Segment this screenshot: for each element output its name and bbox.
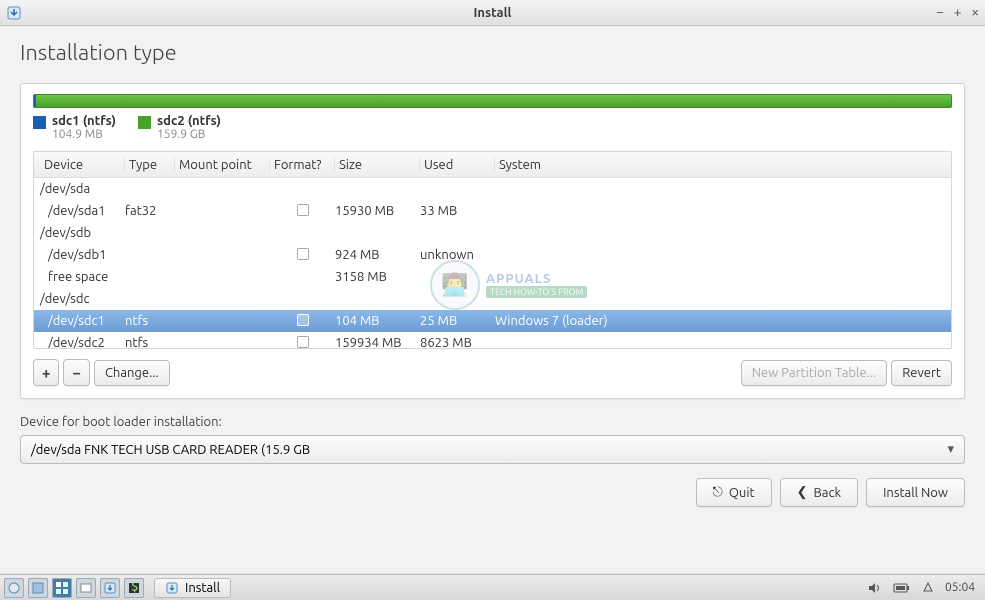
chevron-left-icon: ❮ xyxy=(797,485,808,500)
cell-device: free space xyxy=(40,270,125,284)
installer-icon[interactable] xyxy=(100,578,120,598)
window-title: Install xyxy=(474,6,512,20)
cell-type: ntfs xyxy=(125,314,175,328)
network-icon[interactable] xyxy=(921,581,935,595)
partition-table: Device Type Mount point Format? Size Use… xyxy=(33,151,952,349)
format-checkbox[interactable] xyxy=(297,204,309,216)
col-used[interactable]: Used xyxy=(420,158,495,172)
format-checkbox[interactable] xyxy=(297,314,309,326)
format-checkbox[interactable] xyxy=(297,248,309,260)
col-mount[interactable]: Mount point xyxy=(175,158,270,172)
legend-name: sdc1 (ntfs) xyxy=(52,114,116,128)
minimize-button[interactable]: − xyxy=(936,5,944,20)
disk-usage-bar xyxy=(33,94,952,108)
table-header: Device Type Mount point Format? Size Use… xyxy=(34,152,951,178)
cell-format xyxy=(270,336,335,349)
legend-swatch-icon xyxy=(33,116,46,129)
cell-device: /dev/sda1 xyxy=(40,204,125,218)
clock[interactable]: 05:04 xyxy=(945,581,975,594)
show-desktop-icon[interactable] xyxy=(28,578,48,598)
cell-used: 33 MB xyxy=(420,204,495,218)
table-row[interactable]: free space 3158 MB xyxy=(34,266,951,288)
boot-loader-value: /dev/sda FNK TECH USB CARD READER (15.9 … xyxy=(31,443,310,457)
cell-device: /dev/sdc xyxy=(40,292,125,306)
files-icon[interactable] xyxy=(76,578,96,598)
table-row[interactable]: /dev/sdc1ntfs 104 MB25 MBWindows 7 (loade… xyxy=(34,310,951,332)
col-size[interactable]: Size xyxy=(335,158,420,172)
battery-icon[interactable] xyxy=(893,582,911,594)
cell-type: fat32 xyxy=(125,204,175,218)
partition-card: sdc1 (ntfs) 104.9 MB sdc2 (ntfs) 159.9 G… xyxy=(20,83,965,399)
col-format[interactable]: Format? xyxy=(270,158,335,172)
back-button[interactable]: ❮Back xyxy=(780,478,858,507)
col-system[interactable]: System xyxy=(495,158,945,172)
table-body: /dev/sda/dev/sda1fat32 15930 MB33 MB/dev/… xyxy=(34,178,951,348)
table-row[interactable]: /dev/sda xyxy=(34,178,951,200)
page-title: Installation type xyxy=(20,40,965,65)
revert-button[interactable]: Revert xyxy=(891,360,952,386)
taskbar-task-install[interactable]: Install xyxy=(154,578,231,598)
cell-size: 159934 MB xyxy=(335,336,420,348)
cell-size: 15930 MB xyxy=(335,204,420,218)
legend-name: sdc2 (ntfs) xyxy=(157,114,221,128)
cell-used: 8623 MB xyxy=(420,336,495,348)
cell-device: /dev/sdb1 xyxy=(40,248,125,262)
close-button[interactable]: × xyxy=(971,5,979,20)
cell-format xyxy=(270,314,335,329)
table-row[interactable]: /dev/sdb xyxy=(34,222,951,244)
cell-device: /dev/sdb xyxy=(40,226,125,240)
taskbar-task-label: Install xyxy=(185,581,220,595)
cell-format xyxy=(270,204,335,219)
legend-size: 104.9 MB xyxy=(52,128,116,141)
partition-legend: sdc1 (ntfs) 104.9 MB sdc2 (ntfs) 159.9 G… xyxy=(33,114,952,141)
cell-system: Windows 7 (loader) xyxy=(495,314,945,328)
workspace-icon[interactable] xyxy=(52,578,72,598)
chevron-down-icon: ▾ xyxy=(947,442,954,457)
new-partition-table-button[interactable]: New Partition Table... xyxy=(741,360,888,386)
maximize-button[interactable]: + xyxy=(954,5,962,20)
install-now-button[interactable]: Install Now xyxy=(866,478,965,507)
cell-device: /dev/sdc2 xyxy=(40,336,125,348)
legend-item-sdc2: sdc2 (ntfs) 159.9 GB xyxy=(138,114,221,141)
window-body: Installation type sdc1 (ntfs) 104.9 MB s… xyxy=(0,26,985,573)
partition-toolbar: + − Change... New Partition Table... Rev… xyxy=(33,359,952,386)
legend-item-sdc1: sdc1 (ntfs) 104.9 MB xyxy=(33,114,116,141)
cell-device: /dev/sda xyxy=(40,182,125,196)
footer-buttons: ⎋Quit ❮Back Install Now xyxy=(20,478,965,507)
cell-used: 25 MB xyxy=(420,314,495,328)
table-row[interactable]: /dev/sdc2ntfs 159934 MB8623 MB xyxy=(34,332,951,348)
menu-icon[interactable] xyxy=(4,578,24,598)
table-row[interactable]: /dev/sdb1 924 MBunknown xyxy=(34,244,951,266)
app-icon xyxy=(6,5,22,21)
volume-icon[interactable] xyxy=(867,581,883,595)
cell-device: /dev/sdc1 xyxy=(40,314,125,328)
boot-loader-label: Device for boot loader installation: xyxy=(20,415,965,429)
table-row[interactable]: /dev/sda1fat32 15930 MB33 MB xyxy=(34,200,951,222)
legend-swatch-icon xyxy=(138,116,151,129)
taskbar: $ Install 05:04 xyxy=(0,574,985,600)
cell-type: ntfs xyxy=(125,336,175,348)
cell-format xyxy=(270,248,335,263)
change-partition-button[interactable]: Change... xyxy=(94,360,170,386)
cell-size: 3158 MB xyxy=(335,270,420,284)
add-partition-button[interactable]: + xyxy=(33,359,59,386)
legend-size: 159.9 GB xyxy=(157,128,221,141)
table-row[interactable]: /dev/sdc xyxy=(34,288,951,310)
remove-partition-button[interactable]: − xyxy=(63,359,89,386)
col-type[interactable]: Type xyxy=(125,158,175,172)
cell-size: 924 MB xyxy=(335,248,420,262)
svg-text:$: $ xyxy=(131,581,138,594)
cell-size: 104 MB xyxy=(335,314,420,328)
terminal-icon[interactable]: $ xyxy=(124,578,144,598)
exit-icon: ⎋ xyxy=(713,485,723,500)
col-device[interactable]: Device xyxy=(40,158,125,172)
format-checkbox[interactable] xyxy=(297,336,309,348)
quit-button[interactable]: ⎋Quit xyxy=(696,478,772,507)
boot-loader-select[interactable]: /dev/sda FNK TECH USB CARD READER (15.9 … xyxy=(20,435,965,464)
cell-used: unknown xyxy=(420,248,495,262)
titlebar: Install − + × xyxy=(0,0,985,26)
